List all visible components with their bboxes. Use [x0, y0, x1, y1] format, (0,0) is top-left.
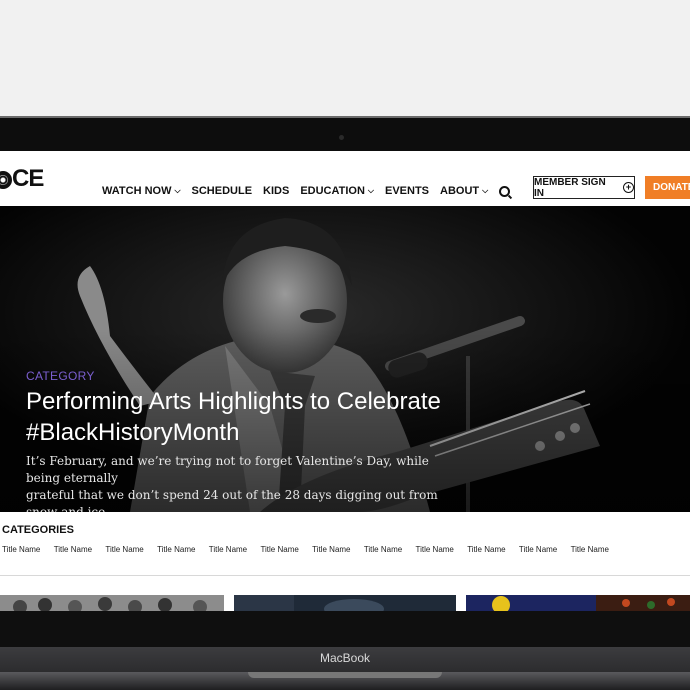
nav-schedule[interactable]: SCHEDULE	[192, 185, 253, 197]
card-thumbnail[interactable]	[234, 595, 456, 611]
donate-label: DONATE	[653, 182, 690, 193]
nav-events[interactable]: EVENTS	[385, 185, 429, 197]
member-sign-in-button[interactable]: MEMBER SIGN IN +	[533, 176, 635, 199]
category-link[interactable]: Title Name	[416, 545, 468, 554]
nav-label: EVENTS	[384, 185, 429, 197]
headline-line: Performing Arts Highlights to Celebrate	[26, 388, 441, 415]
category-link[interactable]: Title Name	[467, 545, 519, 554]
nav-about[interactable]: ABOUT ⌵	[440, 185, 488, 197]
summary-line: grateful that we don’t spend 24 out of t…	[26, 488, 438, 512]
logo-mark-icon	[0, 171, 12, 189]
category-link[interactable]: Title Name	[157, 545, 209, 554]
chevron-down-icon: ⌵	[482, 186, 489, 195]
laptop-notch	[248, 672, 442, 678]
card-thumbnail[interactable]	[0, 595, 224, 611]
site-logo[interactable]: CE	[0, 165, 44, 193]
member-label: MEMBER SIGN IN	[534, 176, 606, 199]
chevron-down-icon: ⌵	[174, 186, 181, 195]
nav-label: ABOUT	[440, 185, 480, 197]
category-link[interactable]: Title Name	[519, 545, 571, 554]
categories-list: Title Name Title Name Title Name Title N…	[2, 545, 622, 554]
device-brand-label: MacBook	[319, 651, 371, 665]
hero-banner[interactable]: CATEGORY Performing Arts Highlights to C…	[0, 206, 690, 512]
headline-line: #BlackHistoryMonth	[26, 419, 240, 446]
search-button[interactable]	[499, 185, 511, 197]
chevron-down-icon: ⌵	[367, 186, 374, 195]
category-link[interactable]: Title Name	[105, 545, 157, 554]
search-icon	[499, 186, 511, 197]
hero-headline[interactable]: Performing Arts Highlights to Celebrate …	[26, 386, 496, 448]
nav-label: EDUCATION	[300, 185, 365, 197]
nav-kids[interactable]: KIDS	[263, 185, 289, 197]
nav-watch-now[interactable]: WATCH NOW ⌵	[102, 185, 181, 197]
category-link[interactable]: Title Name	[364, 545, 416, 554]
category-link[interactable]: Title Name	[571, 545, 623, 554]
nav-label: WATCH NOW	[102, 185, 172, 197]
donate-button[interactable]: DONATE	[645, 176, 690, 199]
main-nav: WATCH NOW ⌵ SCHEDULE KIDS EDUCATION ⌵ EVEN…	[102, 185, 511, 197]
summary-line: It’s February, and we’re trying not to f…	[26, 454, 429, 485]
categories-heading: CATEGORIES	[2, 524, 74, 536]
category-link[interactable]: Title Name	[260, 545, 312, 554]
category-link[interactable]: Title Name	[2, 545, 54, 554]
nav-label: KIDS	[263, 185, 290, 197]
laptop-chin	[0, 611, 690, 647]
logo-text: CE	[12, 165, 44, 192]
browser-screen: CE WATCH NOW ⌵ SCHEDULE KIDS EDUCATION ⌵ E…	[0, 151, 690, 611]
camera-icon	[339, 135, 344, 140]
category-link[interactable]: Title Name	[312, 545, 364, 554]
nav-label: SCHEDULE	[191, 185, 253, 197]
site-header: CE WATCH NOW ⌵ SCHEDULE KIDS EDUCATION ⌵ E…	[0, 151, 690, 206]
category-link[interactable]: Title Name	[209, 545, 261, 554]
section-divider	[0, 575, 690, 576]
hero-summary: It’s February, and we’re trying not to f…	[26, 453, 466, 512]
plus-circle-icon: +	[623, 182, 634, 193]
hero-category[interactable]: CATEGORY	[26, 369, 95, 383]
nav-education[interactable]: EDUCATION ⌵	[300, 185, 374, 197]
card-thumbnail[interactable]	[466, 595, 690, 611]
category-link[interactable]: Title Name	[54, 545, 106, 554]
